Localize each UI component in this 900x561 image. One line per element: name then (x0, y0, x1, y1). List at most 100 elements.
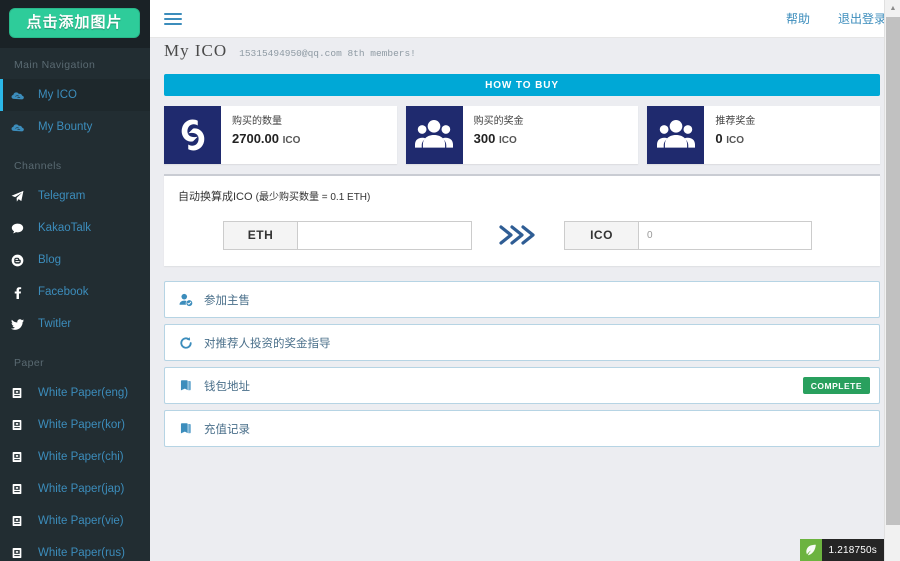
sidebar-item-white-paper-rus[interactable]: White Paper(rus) (0, 537, 150, 561)
sidebar-item-telegram[interactable]: Telegram (0, 180, 150, 212)
action-row-label: 充值记录 (204, 423, 250, 436)
stat-card-label: 购买的奖金 (473, 116, 524, 127)
book-icon (179, 422, 201, 435)
help-link[interactable]: 帮助 (772, 10, 824, 27)
book-icon (179, 379, 201, 392)
stat-card-unit: ICO (726, 135, 744, 146)
ico-input-group: ICO (564, 220, 812, 250)
file-icon (11, 547, 31, 559)
sidebar-section-title: Main Navigation (0, 48, 150, 79)
sidebar-item-label: Blog (38, 254, 62, 266)
sidebar-item-facebook[interactable]: Facebook (0, 276, 150, 308)
user-check-icon (179, 293, 201, 307)
top-nav-links: 帮助 退出登录 (772, 10, 900, 27)
status-badge: COMPLETE (802, 377, 870, 394)
sidebar-item-white-paper-jap[interactable]: White Paper(jap) (0, 473, 150, 505)
action-row[interactable]: 参加主售 (164, 281, 880, 318)
paper-plane-icon (11, 190, 31, 203)
sidebar-item-white-paper-chi[interactable]: White Paper(chi) (0, 441, 150, 473)
stat-card-unit: ICO (499, 135, 517, 146)
eth-addon-label: ETH (223, 220, 297, 250)
sidebar-item-white-paper-eng[interactable]: White Paper(eng) (0, 377, 150, 409)
file-icon (11, 515, 31, 527)
exchange-panel: 自动换算成ICO (最少购买数量 = 0.1 ETH) ETH ICO 0 (164, 174, 880, 266)
sidebar-item-label: Twitler (38, 318, 72, 330)
stat-card-body: 购买的数量 2700.00 ICO (221, 106, 300, 164)
double-chevron-right-icon (498, 220, 536, 250)
sidebar-item-my-ico[interactable]: My ICO (0, 79, 150, 111)
exchange-title-note: (最少购买数量 = 0.1 ETH) (255, 192, 371, 203)
hexagon-link-icon (164, 106, 221, 164)
top-bar: 帮助 退出登录 (150, 0, 900, 38)
stat-card-body: 推荐奖金 0 ICO (704, 106, 755, 164)
cloud-icon (11, 88, 31, 102)
sidebar-item-label: Telegram (38, 190, 86, 202)
sidebar-nav: Main Navigation My ICO My Bounty Channels Te… (0, 48, 150, 561)
scroll-up-arrow-icon[interactable]: ▲ (885, 0, 900, 17)
content-region: HOW TO BUY 购买的数量 2700.00 ICO 购买的奖金 300 ICO 推… (150, 68, 900, 447)
stat-card-unit: ICO (282, 135, 301, 146)
sidebar-item-twitler[interactable]: Twitler (0, 308, 150, 340)
vertical-scrollbar[interactable]: ▲ (884, 0, 900, 561)
sidebar-item-my-bounty[interactable]: My Bounty (0, 111, 150, 143)
main-area: 帮助 退出登录 My ICO 15315494950@qq.com 8th me… (150, 0, 900, 561)
page-header: My ICO 15315494950@qq.com 8th members! (150, 38, 900, 68)
eth-input-group: ETH (223, 220, 472, 250)
sidebar-item-white-paper-kor[interactable]: White Paper(kor) (0, 409, 150, 441)
action-row-label: 对推荐人投资的奖金指导 (204, 337, 331, 350)
stat-card-number: 300 (473, 131, 496, 146)
stat-card-body: 购买的奖金 300 ICO (463, 106, 524, 164)
stat-card-value: 2700.00 ICO (232, 131, 300, 146)
action-row-label: 钱包地址 (204, 380, 250, 393)
ico-amount-input[interactable] (638, 220, 812, 250)
stat-cards: 购买的数量 2700.00 ICO 购买的奖金 300 ICO 推荐奖金 0 ICO (164, 106, 881, 164)
sidebar-item-label: KakaoTalk (38, 222, 92, 234)
exchange-title-main: 自动换算成ICO (178, 191, 256, 203)
stat-card-number: 2700.00 (232, 131, 279, 146)
cloud-icon (11, 120, 31, 134)
sidebar-item-label: White Paper(jap) (38, 483, 125, 495)
sidebar-item-kakaotalk[interactable]: KakaoTalk (0, 212, 150, 244)
sidebar: 点击添加图片 Main Navigation My ICO My Bounty Cha… (0, 0, 150, 561)
stat-card: 购买的奖金 300 ICO (405, 106, 639, 164)
sidebar-item-label: White Paper(chi) (38, 451, 124, 463)
scrollbar-thumb[interactable] (886, 17, 900, 525)
how-to-buy-button[interactable]: HOW TO BUY (164, 74, 880, 96)
page-title: My ICO (164, 41, 228, 60)
action-row[interactable]: 充值记录 (164, 410, 880, 447)
sidebar-item-label: My ICO (38, 89, 77, 101)
sidebar-item-label: White Paper(vie) (38, 515, 124, 527)
stat-card: 购买的数量 2700.00 ICO (164, 106, 397, 164)
file-icon (11, 419, 31, 431)
stat-card-value: 300 ICO (474, 131, 524, 146)
blogger-icon (11, 254, 31, 267)
debug-time-value: 1.218750s (828, 544, 877, 556)
exchange-panel-title: 自动换算成ICO (最少购买数量 = 0.1 ETH) (178, 188, 866, 204)
stat-card-label: 购买的数量 (232, 116, 282, 127)
twitter-icon (11, 318, 31, 331)
sidebar-item-white-paper-vie[interactable]: White Paper(vie) (0, 505, 150, 537)
leaf-icon (800, 539, 823, 561)
sidebar-section-title: Channels (0, 149, 150, 180)
facebook-icon (11, 286, 31, 299)
stat-card: 推荐奖金 0 ICO (647, 106, 881, 164)
debug-timer-badge[interactable]: 1.218750s (800, 539, 884, 561)
file-icon (11, 451, 31, 463)
users-icon (405, 106, 463, 164)
sidebar-item-blog[interactable]: Blog (0, 244, 150, 276)
action-row[interactable]: 钱包地址 COMPLETE (164, 367, 880, 404)
action-row[interactable]: 对推荐人投资的奖金指导 (164, 324, 880, 361)
sidebar-logo-area: 点击添加图片 (0, 0, 150, 48)
stat-card-value: 0 ICO (715, 131, 755, 146)
app-root: 点击添加图片 Main Navigation My ICO My Bounty Cha… (0, 0, 900, 561)
users-icon (647, 106, 705, 164)
file-icon (11, 483, 31, 495)
add-image-button[interactable]: 点击添加图片 (9, 8, 140, 38)
hamburger-icon[interactable] (164, 10, 182, 28)
eth-amount-input[interactable] (297, 220, 472, 250)
stat-card-label: 推荐奖金 (715, 116, 756, 127)
exchange-controls: ETH ICO (178, 220, 866, 250)
comment-icon (11, 222, 31, 235)
sidebar-item-label: White Paper(kor) (38, 419, 125, 431)
sidebar-item-label: White Paper(rus) (38, 547, 125, 559)
